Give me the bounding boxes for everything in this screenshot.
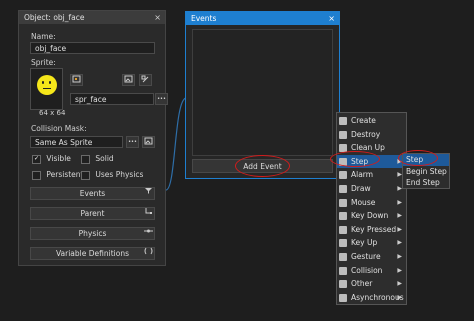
menu-item-collision[interactable]: Collision ▶ [337,264,406,278]
submenu-arrow-icon: ▶ [397,239,402,247]
menu-item-mouse[interactable]: Mouse ▶ [337,196,406,210]
step-highlight [330,151,380,167]
visible-checkbox[interactable]: ✓ Visible [32,154,71,164]
uses-physics-label: Uses Physics [95,170,144,179]
events-icon[interactable] [142,187,155,199]
physics-button[interactable]: Physics [30,227,155,240]
submenu-item-end-step[interactable]: End Step [403,177,449,189]
step-sub-highlight [398,150,438,166]
persistent-label: Persistent [46,170,84,179]
menu-item-key-pressed[interactable]: Key Pressed ▶ [337,223,406,237]
submenu-arrow-icon: ▶ [397,212,402,220]
asynchronous-icon [339,293,347,302]
menu-item-label: Key Up [351,238,378,248]
menu-item-alarm[interactable]: Alarm ▶ [337,168,406,182]
menu-item-destroy[interactable]: Destroy [337,128,406,142]
menu-item-label: Key Pressed [351,224,397,234]
key-up-icon [339,239,347,248]
physics-button-label: Physics [78,229,107,238]
checkbox-box [81,154,90,164]
new-sprite-icon[interactable] [70,74,83,86]
other-icon [339,280,347,289]
submenu-arrow-icon: ▶ [397,293,402,301]
menu-item-gesture[interactable]: Gesture ▶ [337,250,406,264]
sprite-size: 64 x 64 [39,109,66,117]
submenu-arrow-icon: ▶ [397,280,402,288]
menu-item-label: Asynchronous [351,292,404,302]
edit-sprite-icon[interactable] [139,74,152,86]
add-event-highlight [235,155,290,177]
collision-mask-label: Collision Mask: [31,124,87,133]
persistent-checkbox[interactable]: Persistent [32,170,84,180]
gesture-icon [339,252,347,261]
submenu-arrow-icon: ▶ [397,266,402,274]
object-panel: Object: obj_face × Name: obj_face Sprite… [18,10,168,266]
menu-item-asynchronous[interactable]: Asynchronous ▶ [337,291,406,305]
image-icon[interactable] [122,74,135,86]
submenu-item-label: End Step [406,178,440,187]
menu-item-label: Collision [351,265,383,275]
close-icon[interactable]: × [328,12,335,25]
events-panel: Events × Add Event [185,11,340,179]
events-button-label: Events [79,189,106,198]
draw-icon [339,184,347,193]
parent-icon[interactable] [142,207,155,219]
mouse-icon [339,198,347,207]
menu-item-label: Draw [351,183,371,193]
checkmark-icon: ✓ [32,154,41,164]
visible-label: Visible [46,154,71,163]
alarm-icon [339,171,347,180]
events-list[interactable] [192,29,333,156]
parent-button[interactable]: Parent [30,207,155,220]
events-panel-titlebar[interactable]: Events × [186,12,339,25]
menu-item-label: Destroy [351,129,381,139]
uses-physics-checkbox[interactable]: Uses Physics [81,170,143,180]
sprite-label: Sprite: [31,58,56,67]
menu-item-key-up[interactable]: Key Up ▶ [337,236,406,250]
submenu-arrow-icon: ▶ [397,198,402,206]
menu-item-other[interactable]: Other ▶ [337,277,406,291]
parent-button-label: Parent [80,209,105,218]
sprite-preview[interactable] [30,68,63,110]
collision-image-icon[interactable] [142,136,155,148]
menu-item-label: Create [351,116,376,125]
physics-icon[interactable] [142,227,155,239]
destroy-icon [339,130,347,139]
events-button[interactable]: Events [30,187,155,200]
sprite-select[interactable]: spr_face [70,93,154,105]
collision-icon [339,266,347,275]
create-icon [339,117,347,125]
variable-definitions-button-label: Variable Definitions [56,249,129,258]
menu-item-label: Other [351,279,373,289]
collision-more-button[interactable]: ••• [126,136,139,148]
menu-item-label: Gesture [351,251,381,261]
variables-icon[interactable] [142,247,155,259]
menu-item-label: Key Down [351,211,389,221]
name-label: Name: [31,32,56,41]
checkbox-box [32,170,41,180]
events-panel-title: Events [191,14,217,23]
menu-item-create[interactable]: Create [337,114,406,128]
menu-item-key-down[interactable]: Key Down ▶ [337,209,406,223]
key-down-icon [339,212,347,221]
checkbox-box [81,170,90,180]
submenu-arrow-icon: ▶ [397,252,402,260]
menu-item-label: Alarm [351,170,374,180]
variable-definitions-button[interactable]: Variable Definitions [30,247,155,260]
smiley-face-icon [37,75,57,95]
close-icon[interactable]: × [154,11,161,24]
menu-item-label: Mouse [351,197,376,207]
key-pressed-icon [339,225,347,234]
submenu-arrow-icon: ▶ [397,225,402,233]
solid-checkbox[interactable]: Solid [81,154,114,164]
object-panel-titlebar[interactable]: Object: obj_face × [19,11,165,24]
event-menu: Create Destroy Clean Up Step ▶ Alarm ▶ Draw ▶ Mou… [336,112,407,305]
solid-label: Solid [95,154,114,163]
object-panel-title: Object: obj_face [24,13,85,22]
submenu-item-begin-step[interactable]: Begin Step [403,166,449,178]
menu-item-draw[interactable]: Draw ▶ [337,182,406,196]
name-input[interactable]: obj_face [30,42,155,54]
submenu-item-label: Begin Step [406,166,447,176]
collision-mask-select[interactable]: Same As Sprite [30,136,123,148]
